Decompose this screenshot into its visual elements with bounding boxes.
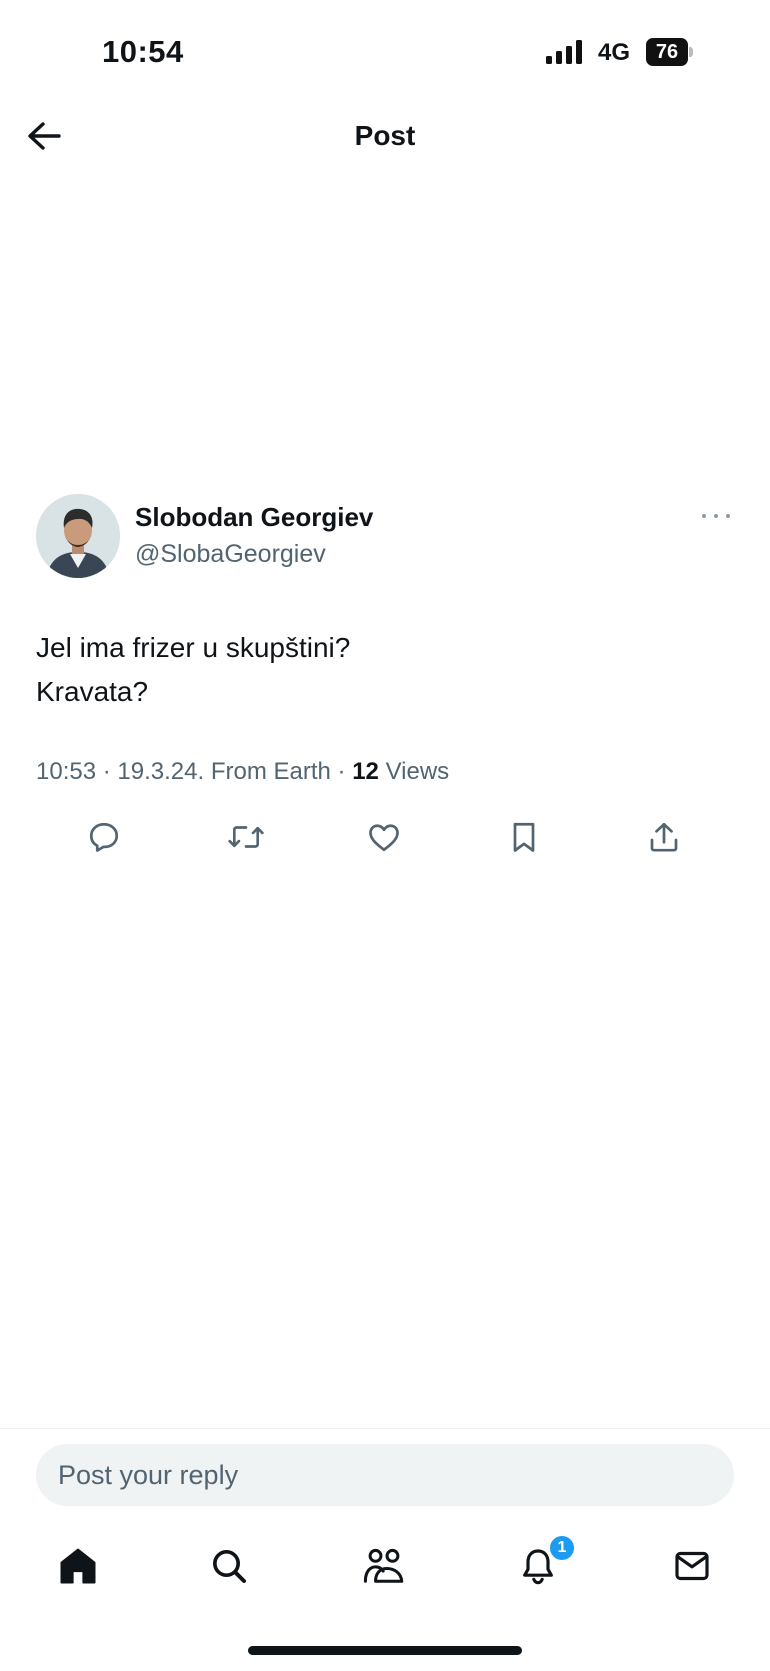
more-options-button[interactable]: [698, 506, 734, 526]
page-title: Post: [354, 120, 416, 151]
views-label: Views: [385, 758, 450, 785]
home-icon: [60, 1548, 96, 1584]
avatar[interactable]: [36, 494, 120, 578]
more-dot: [726, 514, 730, 518]
tweet-source: From Earth: [210, 758, 331, 785]
views-count: 12: [352, 758, 379, 785]
like-button[interactable]: [362, 815, 406, 859]
separator-dot: ·: [337, 758, 353, 785]
author-name[interactable]: Slobodan Georgiev: [135, 502, 373, 533]
author-handle[interactable]: @SlobaGeorgiev: [135, 540, 326, 569]
tweet-text: Jel ima frizer u skupštini? Kravata?: [36, 626, 350, 714]
separator-dot: ·: [102, 758, 118, 785]
share-icon: [650, 822, 678, 852]
share-button[interactable]: [642, 815, 686, 859]
search-icon: [213, 1550, 246, 1583]
battery-level: 76: [646, 38, 688, 66]
bookmark-button[interactable]: [502, 815, 546, 859]
nav-communities[interactable]: [360, 1542, 408, 1590]
network-type: 4G: [598, 39, 631, 66]
retweet-icon: [228, 826, 264, 848]
tweet-line: Kravata?: [36, 676, 149, 707]
nav-messages[interactable]: [668, 1542, 716, 1590]
more-dot: [714, 514, 718, 518]
communities-icon: [363, 1548, 404, 1583]
nav-home[interactable]: [54, 1542, 102, 1590]
battery-icon: 76: [646, 38, 694, 66]
more-dot: [702, 514, 706, 518]
home-indicator: [248, 1646, 522, 1655]
tweet-meta: 10:53 · 19.3.24. From Earth · 12 Views: [36, 758, 449, 786]
retweet-button[interactable]: [224, 815, 268, 859]
tweet-line: Jel ima frizer u skupštini?: [36, 632, 351, 663]
notification-badge: 1: [548, 1534, 576, 1562]
tweet-time[interactable]: 10:53: [36, 758, 96, 785]
reply-button[interactable]: [82, 815, 126, 859]
reply-icon: [89, 822, 119, 852]
nav-search[interactable]: [205, 1542, 253, 1590]
cellular-signal-icon: [546, 40, 582, 64]
status-time: 10:54: [102, 34, 184, 69]
bookmark-icon: [513, 822, 535, 852]
profile-photo: [36, 494, 120, 578]
reply-input[interactable]: [36, 1444, 734, 1506]
divider: [0, 1428, 770, 1429]
messages-icon: [675, 1551, 709, 1581]
like-icon: [369, 824, 399, 852]
tweet-date[interactable]: 19.3.24.: [117, 758, 204, 785]
